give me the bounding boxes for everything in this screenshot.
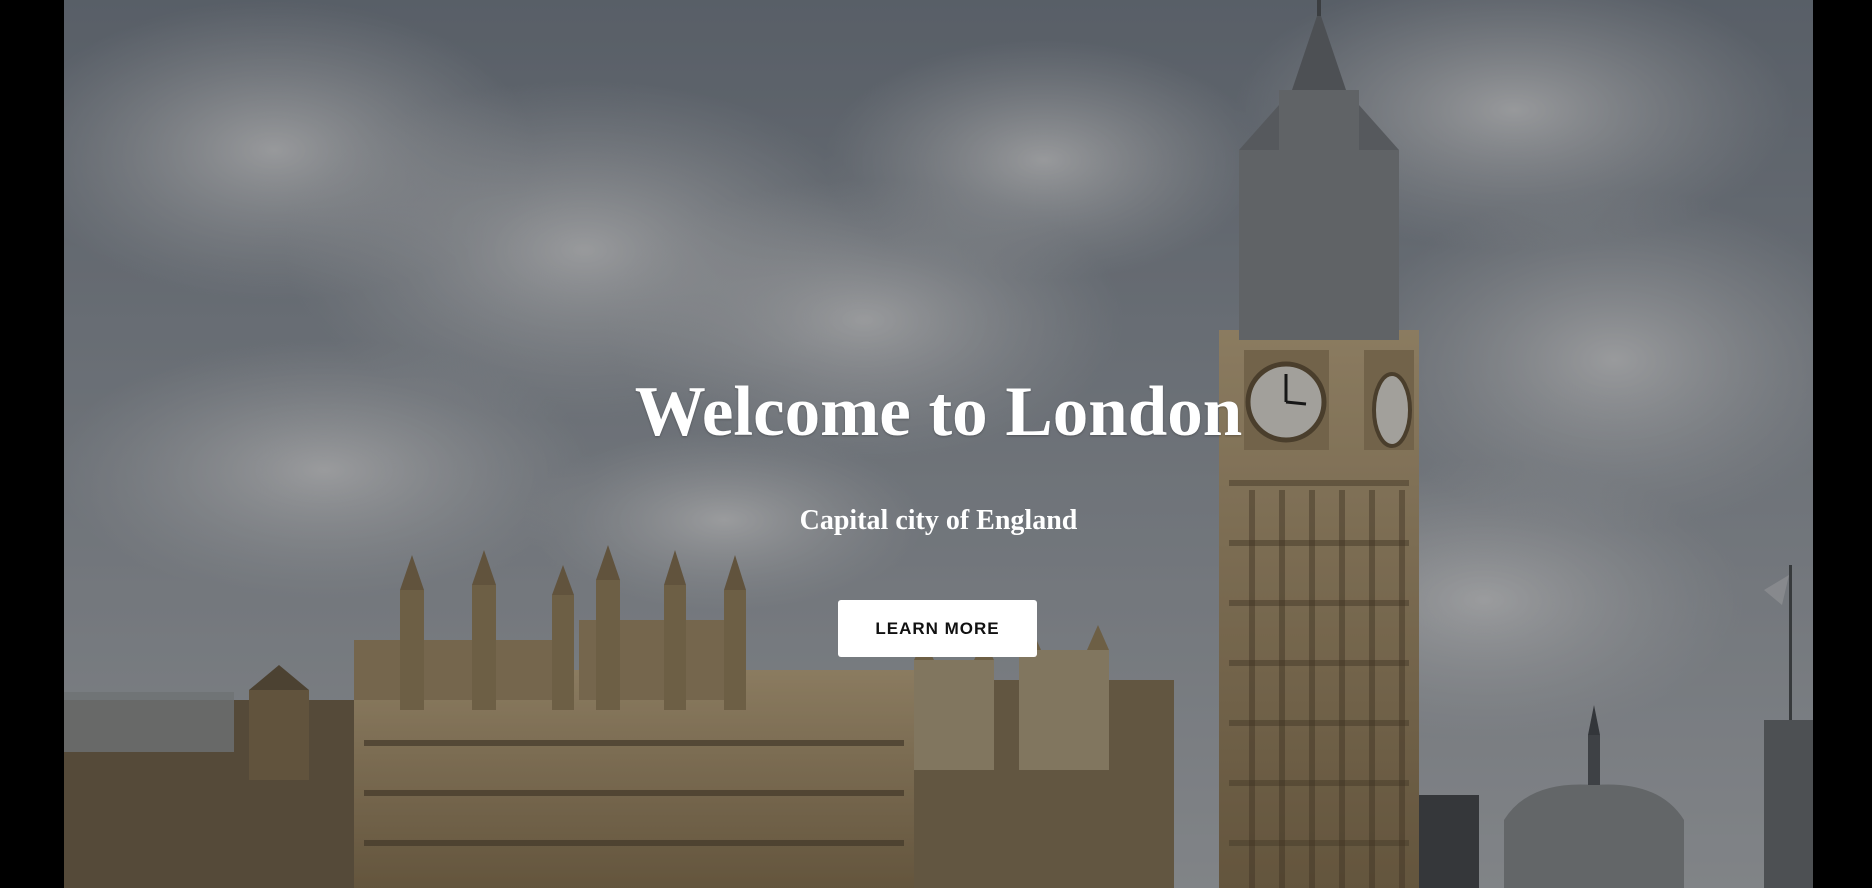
hero-subtitle: Capital city of England [799, 505, 1078, 536]
learn-more-button[interactable]: LEARN MORE [838, 600, 1037, 657]
right-letterbox-bar [1813, 0, 1872, 888]
hero-title: Welcome to London [634, 373, 1243, 451]
left-letterbox-bar [0, 0, 64, 888]
hero-section: Welcome to London Capital city of Englan… [64, 0, 1813, 888]
hero-content: Welcome to London Capital city of Englan… [64, 0, 1813, 888]
